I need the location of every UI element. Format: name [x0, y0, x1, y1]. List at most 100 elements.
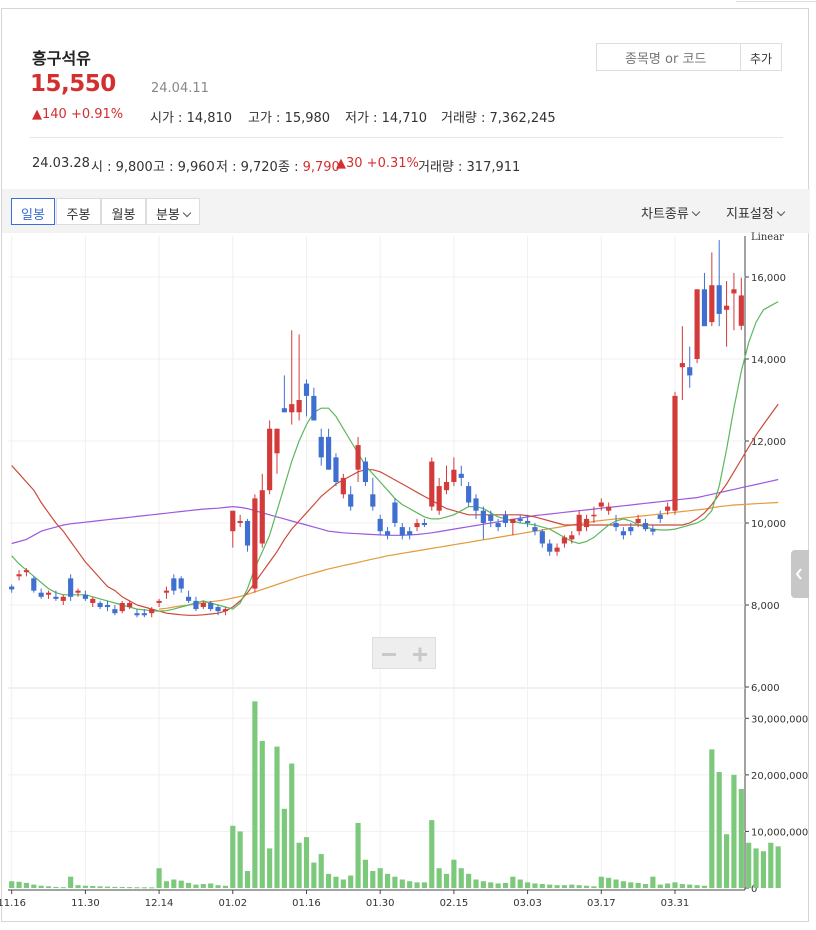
candle-body: [628, 527, 634, 532]
volume-bar: [657, 884, 663, 888]
volume-bar: [642, 884, 649, 888]
candle-body: [583, 518, 590, 528]
candle-body: [90, 598, 96, 603]
candle-body: [723, 305, 730, 310]
volume-bar: [185, 882, 192, 888]
volume-bar: [458, 868, 464, 888]
volume-bar: [694, 885, 700, 888]
x-tick-label: 01.02: [218, 898, 247, 909]
volume-bar: [90, 886, 96, 888]
candle-body: [104, 605, 111, 608]
candle-body: [289, 404, 295, 413]
volume-bar: [318, 854, 324, 888]
chart-canvas[interactable]: 11.16 11.30 12.14 01.02 01.16 01.30 02.15 03.03…: [0, 0, 816, 930]
candle-body: [738, 295, 744, 326]
x-tick-label: 11.30: [71, 898, 100, 909]
volume-bar: [75, 885, 81, 888]
candle-body: [576, 514, 582, 532]
candle-body: [185, 596, 192, 601]
candle-body: [267, 428, 273, 491]
volume-bar: [723, 834, 730, 888]
candle-body: [178, 578, 184, 589]
candle-body: [311, 395, 317, 421]
volume-bar: [532, 883, 538, 888]
candle-body: [466, 486, 472, 503]
candle-body: [569, 535, 575, 540]
volume-bar: [665, 883, 671, 888]
candle-body: [230, 510, 236, 532]
volume-bar: [473, 879, 479, 888]
volume-bar: [480, 881, 486, 888]
candle-body: [244, 520, 251, 546]
candle-body: [333, 457, 339, 482]
volume-bar: [753, 848, 759, 888]
candle-body: [112, 609, 118, 614]
volume-bar: [97, 886, 103, 888]
volume-bar: [598, 876, 604, 888]
candle-body: [532, 527, 538, 532]
candle-body: [370, 494, 376, 507]
volume-bar: [701, 885, 708, 888]
volume-bar: [281, 808, 287, 888]
side-panel-toggle[interactable]: [791, 550, 809, 598]
candle-body: [348, 494, 354, 507]
candle-body: [480, 510, 486, 523]
volume-bar: [731, 774, 737, 888]
candle-body: [200, 602, 206, 608]
volume-bar: [502, 882, 509, 888]
y-tick-label: 12,000: [751, 437, 786, 448]
x-tick-label: 03.31: [661, 898, 690, 909]
volume-bar: [606, 877, 612, 888]
candle-body: [687, 367, 693, 376]
candle-body: [377, 518, 383, 532]
volume-bar: [443, 873, 450, 888]
volume-bar: [679, 884, 685, 888]
volume-bar: [392, 876, 398, 888]
volume-bar: [355, 822, 361, 888]
volume-bar: [141, 887, 147, 889]
volume-bar: [738, 789, 744, 888]
volume-bar: [237, 831, 243, 888]
candle-body: [156, 600, 162, 603]
candle-body: [701, 289, 708, 327]
candle-body: [613, 523, 619, 528]
candle-body: [281, 408, 287, 413]
candle-body: [502, 514, 509, 523]
candle-body: [392, 502, 398, 523]
volume-bar: [134, 887, 140, 889]
volume-bar: [53, 886, 59, 888]
candle-body: [237, 520, 243, 523]
volume-bar: [436, 868, 442, 888]
volume-bar: [303, 837, 310, 888]
volume-bar: [569, 884, 575, 888]
x-tick-label: 11.16: [0, 898, 26, 909]
volume-bar: [709, 749, 715, 888]
volume-bar: [163, 881, 170, 888]
volume-bar: [259, 740, 265, 888]
candle-body: [326, 436, 332, 470]
candle-body: [709, 285, 715, 323]
candle-body: [421, 523, 427, 526]
candle-body: [525, 520, 531, 523]
volume-tick-label: 10,000,000: [751, 827, 808, 838]
volume-bar: [68, 876, 74, 888]
volume-bar: [171, 879, 177, 888]
zoom-in-icon-stem[interactable]: [418, 647, 422, 662]
volume-bar: [200, 884, 206, 888]
volume-bar: [576, 885, 582, 888]
zoom-out-icon[interactable]: [382, 653, 396, 656]
candle-body: [252, 498, 258, 589]
volume-bar: [687, 884, 693, 888]
volume-bar: [517, 879, 523, 888]
volume-bar: [768, 842, 774, 888]
candle-body: [731, 289, 737, 294]
candle-body: [38, 592, 44, 597]
volume-bar: [539, 884, 545, 888]
volume-bar: [348, 875, 354, 888]
volume-bar: [384, 873, 391, 888]
volume-bar: [421, 882, 427, 888]
candle-body: [679, 363, 685, 368]
candle-body: [23, 570, 30, 573]
volume-bar: [340, 879, 346, 888]
candle-body: [171, 578, 177, 591]
